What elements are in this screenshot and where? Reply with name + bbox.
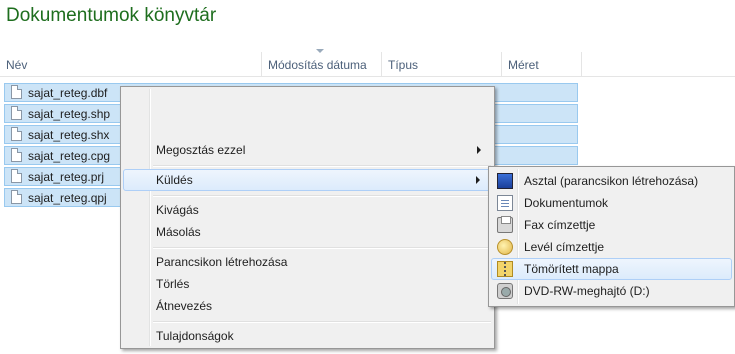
dvd-drive-icon xyxy=(497,283,513,299)
file-name: sajat_reteg.shx xyxy=(28,128,110,142)
fax-icon xyxy=(497,216,513,233)
menu-separator xyxy=(153,321,491,323)
send-to-mail[interactable]: Levél címzettje xyxy=(491,236,732,258)
zip-folder-icon xyxy=(497,261,513,277)
submenu-arrow-icon xyxy=(477,146,481,154)
file-icon xyxy=(11,85,22,99)
menu-item-label: Megosztás ezzel xyxy=(156,143,246,157)
menu-item-label: Küldés xyxy=(156,173,193,187)
send-to-desktop[interactable]: Asztal (parancsikon létrehozása) xyxy=(491,170,732,192)
file-icon xyxy=(11,169,22,183)
library-title: Dokumentumok könyvtár xyxy=(6,5,217,26)
submenu-arrow-icon xyxy=(476,176,480,184)
column-header-name[interactable]: Név xyxy=(0,52,262,76)
file-icon xyxy=(11,190,22,204)
menu-item-share-with[interactable]: Megosztás ezzel xyxy=(123,139,492,161)
menu-item-properties[interactable]: Tulajdonságok xyxy=(123,325,492,347)
menu-item-label: Asztal (parancsikon létrehozása) xyxy=(524,174,699,188)
column-header-date-modified[interactable]: Módosítás dátuma xyxy=(262,52,382,76)
column-headers: Név Módosítás dátuma Típus Méret xyxy=(0,49,735,77)
menu-item-label: DVD-RW-meghajtó (D:) xyxy=(524,284,650,298)
column-header-size[interactable]: Méret xyxy=(502,52,582,76)
menu-item-copy[interactable]: Másolás xyxy=(123,221,492,243)
document-icon xyxy=(497,195,513,211)
menu-item-create-shortcut[interactable]: Parancsikon létrehozása xyxy=(123,251,492,273)
menu-item-delete[interactable]: Törlés xyxy=(123,273,492,295)
menu-item-cut[interactable]: Kivágás xyxy=(123,199,492,221)
menu-item-send-to[interactable]: Küldés xyxy=(123,169,492,191)
send-to-zip-folder[interactable]: Tömörített mappa xyxy=(491,258,732,280)
send-to-submenu: Asztal (parancsikon létrehozása) Dokumen… xyxy=(488,166,735,307)
file-name: sajat_reteg.shp xyxy=(28,107,111,121)
menu-item-label: Dokumentumok xyxy=(524,196,609,210)
menu-item-label: Levél címzettje xyxy=(524,240,605,254)
mail-icon xyxy=(497,239,513,255)
menu-item-label: Tömörített mappa xyxy=(524,262,619,276)
file-icon xyxy=(11,127,22,141)
send-to-fax[interactable]: Fax címzettje xyxy=(491,214,732,236)
send-to-dvd-drive[interactable]: DVD-RW-meghajtó (D:) xyxy=(491,280,732,302)
file-name: sajat_reteg.dbf xyxy=(28,86,108,100)
send-to-documents[interactable]: Dokumentumok xyxy=(491,192,732,214)
menu-item-rename[interactable]: Átnevezés xyxy=(123,295,492,317)
desktop-icon xyxy=(497,173,513,189)
menu-separator xyxy=(153,165,491,167)
file-icon xyxy=(11,148,22,162)
menu-separator xyxy=(153,247,491,249)
file-icon xyxy=(11,106,22,120)
file-name: sajat_reteg.qpj xyxy=(28,191,107,205)
file-name: sajat_reteg.cpg xyxy=(28,149,111,163)
column-header-type[interactable]: Típus xyxy=(382,52,502,76)
menu-item-label: Fax címzettje xyxy=(524,218,596,232)
menu-separator xyxy=(153,195,491,197)
context-menu: Megosztás ezzel Küldés Kivágás Másolás P… xyxy=(120,86,495,349)
file-name: sajat_reteg.prj xyxy=(28,170,105,184)
